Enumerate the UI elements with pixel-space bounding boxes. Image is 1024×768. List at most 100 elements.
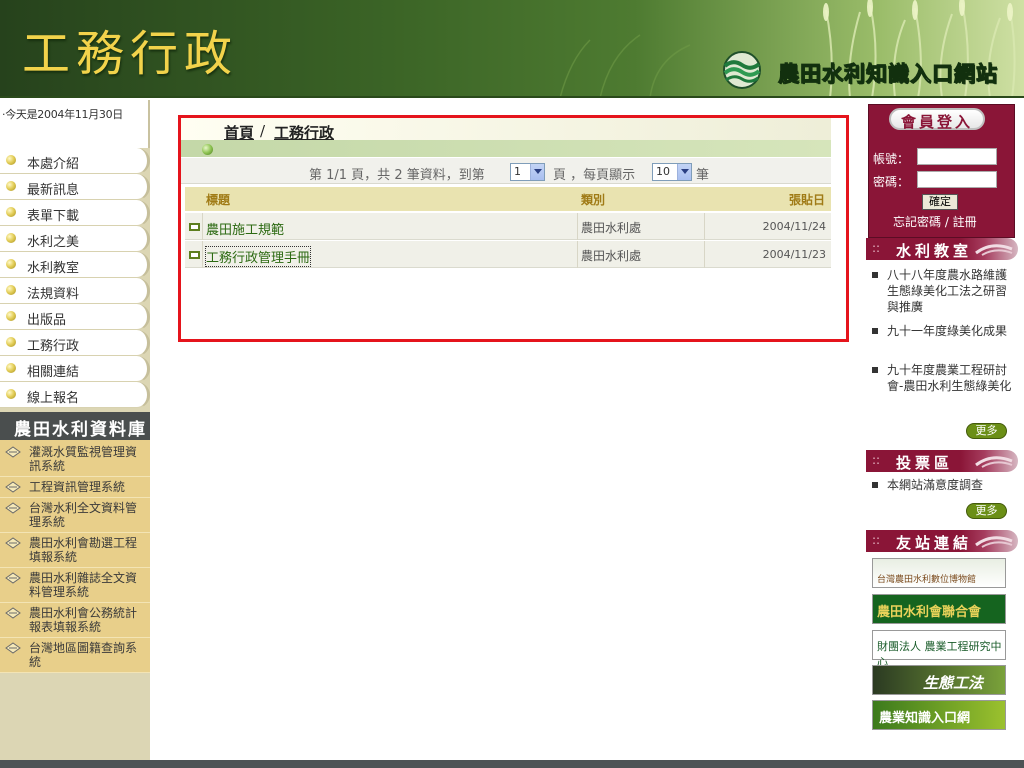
menu-item-label: 表單下載 — [27, 209, 80, 224]
database-item-label: 台灣地區圖籍查詢系統 — [29, 641, 138, 669]
menu-item-publications[interactable]: 出版品 — [0, 304, 150, 330]
password-label: 密碼： — [873, 175, 910, 189]
menu-item-label: 本處介紹 — [27, 157, 80, 172]
row-date: 2004/11/24 — [762, 220, 826, 233]
today-date: ‧今天是2004年11月30日 — [0, 100, 150, 148]
menu-item-label: 線上報名 — [27, 391, 80, 406]
breadcrumb-current-link[interactable]: 工務行政 — [274, 122, 334, 143]
database-item[interactable]: 工程資訊管理系統 — [0, 477, 150, 498]
table-row[interactable]: 農田施工規範 農田水利處 2004/11/24 — [185, 213, 831, 240]
poll-item[interactable]: 本網站滿意度調查 — [872, 477, 1012, 493]
database-item-label: 農田水利會勘選工程填報系統 — [29, 536, 138, 564]
account-input[interactable] — [917, 148, 997, 165]
friend-links-header: :: 友站連結 — [866, 530, 1018, 552]
banner-irrigation-association[interactable]: 農田水利會聯合會 — [872, 594, 1006, 624]
footer-bar — [0, 760, 1024, 768]
account-label: 帳號： — [873, 152, 910, 166]
menu-item-label: 出版品 — [27, 313, 67, 328]
water-class-item[interactable]: 九十年度農業工程研討會-農田水利生態綠美化 — [872, 362, 1012, 394]
database-list: 灌溉水質監視管理資訊系統 工程資訊管理系統 台灣水利全文資料管理系統 農田水利會… — [0, 440, 150, 673]
cell-divider — [202, 213, 203, 240]
cell-divider — [577, 213, 578, 240]
diamond-arrow-icon — [5, 481, 21, 493]
left-menu: 本處介紹 最新訊息 表單下載 水利之美 水利教室 法規資料 出版品 工務行政 相… — [0, 148, 150, 408]
menu-item-label: 水利教室 — [27, 261, 80, 276]
menu-item-forms[interactable]: 表單下載 — [0, 200, 150, 226]
login-submit-button[interactable]: 確定 — [922, 194, 958, 210]
menu-item-water-class[interactable]: 水利教室 — [0, 252, 150, 278]
row-title-link[interactable]: 農田施工規範 — [206, 219, 284, 238]
row-title-link[interactable]: 工務行政管理手冊 — [204, 246, 312, 267]
diamond-arrow-icon — [5, 446, 21, 458]
diamond-arrow-icon — [5, 607, 21, 619]
forgot-register-link[interactable]: 忘記密碼 / 註冊 — [893, 213, 977, 230]
chevron-down-icon — [530, 164, 544, 180]
database-item[interactable]: 台灣地區圖籍查詢系統 — [0, 638, 150, 673]
water-class-item[interactable]: 八十八年度農水路維護生態綠美化工法之研習與推廣 — [872, 267, 1012, 315]
page-number-select[interactable]: 1 — [510, 163, 545, 181]
square-bullet-icon — [872, 328, 878, 334]
pager-summary-text: 第 1/1 頁，共 2 筆資料，到第 — [309, 168, 485, 183]
document-icon — [189, 223, 200, 231]
database-item[interactable]: 農田水利會公務統計報表填報系統 — [0, 603, 150, 638]
sidebar-filler — [0, 698, 150, 760]
menu-item-regulations[interactable]: 法規資料 — [0, 278, 150, 304]
database-item-label: 農田水利會公務統計報表填報系統 — [29, 606, 138, 634]
cell-divider — [202, 241, 203, 268]
banner-text: 農田水利會聯合會 — [877, 605, 982, 620]
password-input[interactable] — [917, 171, 997, 188]
menu-item-links[interactable]: 相關連結 — [0, 356, 150, 382]
breadcrumb-home-link[interactable]: 首頁 — [224, 122, 254, 143]
database-item[interactable]: 農田水利雜誌全文資料管理系統 — [0, 568, 150, 603]
banner-water-museum[interactable]: 台灣農田水利數位博物館 — [872, 558, 1006, 588]
banner-agri-engineering-center[interactable]: 財團法人 農業工程研究中心 — [872, 630, 1006, 669]
menu-item-news[interactable]: 最新訊息 — [0, 174, 150, 200]
water-class-more-button[interactable]: 更多 — [966, 423, 1007, 439]
database-item[interactable]: 農田水利會勘選工程填報系統 — [0, 533, 150, 568]
water-class-item[interactable]: 九十一年度綠美化成果 — [872, 323, 1012, 339]
page-number-value: 1 — [514, 165, 521, 178]
menu-item-label: 相關連結 — [27, 365, 80, 380]
banner-text: 生態工法 — [923, 674, 984, 692]
table-header-row — [185, 187, 831, 211]
banner-agri-knowledge-portal[interactable]: 農業知識入口網 — [872, 700, 1006, 730]
menu-item-works-admin[interactable]: 工務行政 — [0, 330, 150, 356]
left-sidebar: ‧今天是2004年11月30日 本處介紹 最新訊息 表單下載 水利之美 水利教室… — [0, 100, 150, 760]
per-page-value: 10 — [656, 165, 670, 178]
cell-divider — [704, 241, 705, 268]
header-divider — [0, 96, 1024, 98]
menu-item-registration[interactable]: 線上報名 — [0, 382, 150, 408]
portal-name-link[interactable]: 農田水利知識入口網站 — [778, 58, 998, 88]
menu-item-water-beauty[interactable]: 水利之美 — [0, 226, 150, 252]
banner-eco-engineering[interactable]: 生態工法 — [872, 665, 1006, 695]
colon-dots-icon: :: — [872, 453, 881, 467]
section-title: 水利教室 — [896, 242, 973, 260]
square-bullet-icon — [872, 482, 878, 488]
colon-dots-icon: :: — [872, 241, 881, 255]
database-item[interactable]: 灌溉水質監視管理資訊系統 — [0, 442, 150, 477]
menu-item-label: 工務行政 — [27, 339, 80, 354]
database-item-label: 台灣水利全文資料管理系統 — [29, 501, 138, 529]
site-title: 工務行政 — [22, 26, 239, 82]
bullet-dot-icon — [6, 181, 16, 191]
section-title: 友站連結 — [896, 534, 973, 552]
poll-header: :: 投票區 — [866, 450, 1018, 472]
table-row[interactable]: 工務行政管理手冊 農田水利處 2004/11/23 — [185, 241, 831, 268]
database-item-label: 灌溉水質監視管理資訊系統 — [29, 445, 138, 473]
row-category: 農田水利處 — [581, 221, 642, 235]
login-title: 會員登入 — [889, 108, 985, 131]
per-page-select[interactable]: 10 — [652, 163, 692, 181]
banner-text: 農業知識入口網 — [879, 711, 971, 726]
column-header-date: 張貼日 — [789, 193, 826, 207]
database-item[interactable]: 台灣水利全文資料管理系統 — [0, 498, 150, 533]
water-wave-logo-icon[interactable] — [718, 50, 766, 90]
cell-divider — [704, 213, 705, 240]
column-header-category: 類別 — [581, 193, 606, 207]
poll-more-button[interactable]: 更多 — [966, 503, 1007, 519]
menu-item-about[interactable]: 本處介紹 — [0, 148, 150, 174]
column-header-title: 標題 — [206, 193, 231, 207]
chevron-down-icon — [677, 164, 691, 180]
water-class-item-text: 九十年度農業工程研討會-農田水利生態綠美化 — [887, 363, 1012, 393]
site-header: 工務行政 農田水利知識入口網站 — [0, 0, 1024, 98]
cell-divider — [577, 241, 578, 268]
